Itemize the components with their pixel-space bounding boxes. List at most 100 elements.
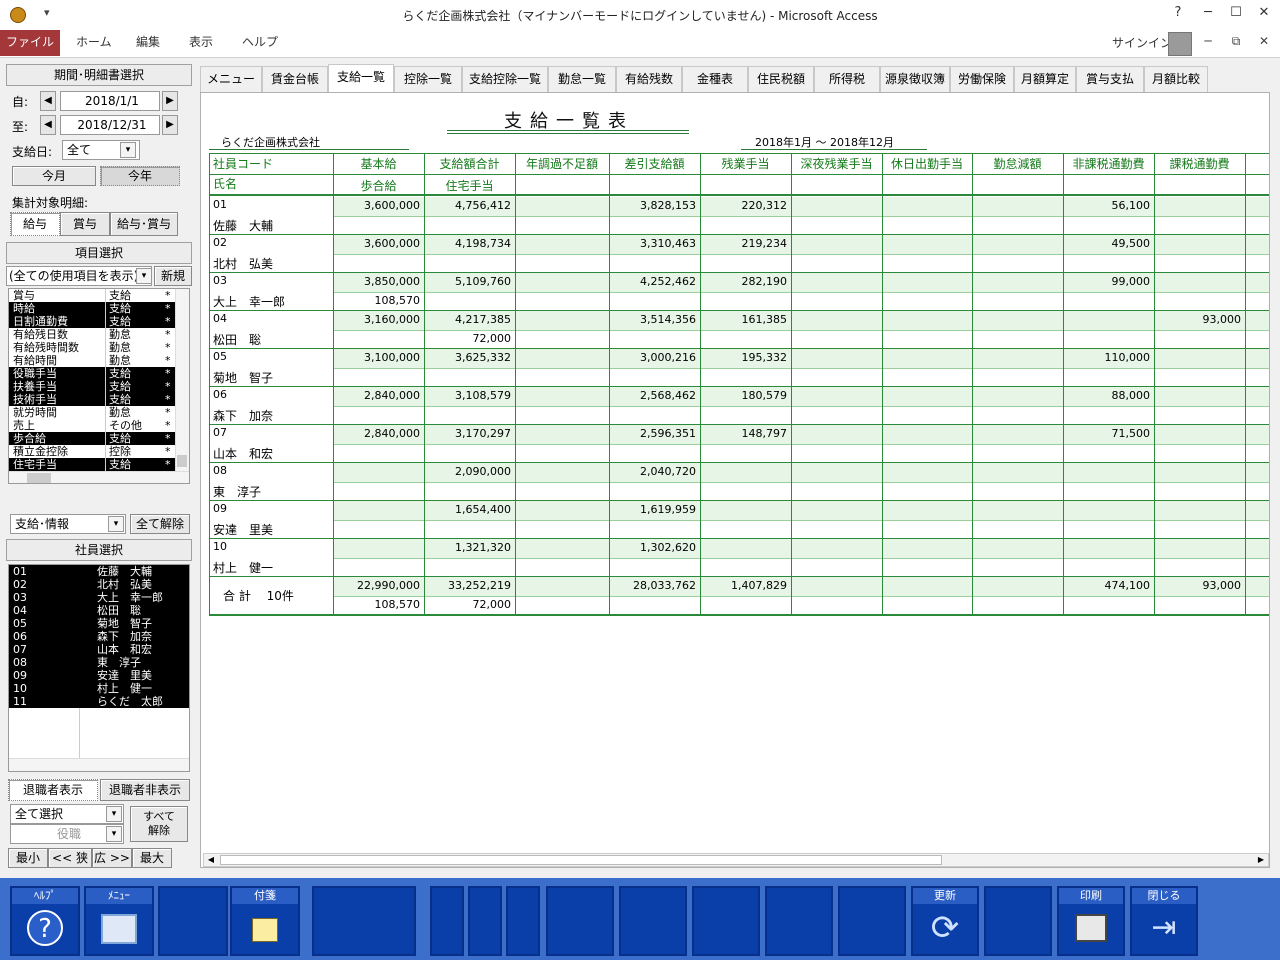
target-salary-button[interactable]: 給与 [10,212,60,236]
tab-1[interactable]: 賃金台帳 [262,66,328,92]
tab-6[interactable]: 有給残数 [616,66,682,92]
to-next-button[interactable]: ▶ [162,115,178,135]
to-date-field[interactable]: 2018/12/31 [60,115,160,135]
employee-row[interactable]: 06 森下 加奈 [9,630,189,643]
ribbon-restore-icon[interactable]: ⧉ [1226,34,1246,49]
employee-row[interactable]: 04 松田 聡 [9,604,189,617]
list-item[interactable]: 時給 支給 * [9,302,189,315]
tab-10[interactable]: 源泉徴収簿 [880,66,950,92]
list-item[interactable]: 技術手当 支給 * [9,393,189,406]
item-list[interactable]: 賞与 支給 * 時給 支給 * 日割通勤費 支給 * 有給残日数 勤怠 * 有給残時間数 勤怠 * 有給時間勤… [8,288,190,484]
ribbon-tab-home[interactable]: ホーム [62,30,126,56]
tab-13[interactable]: 賞与支払 [1076,66,1144,92]
horizontal-scrollbar[interactable] [9,758,189,771]
function-key-15[interactable]: 印刷 [1057,886,1125,956]
hide-retired-button[interactable]: 退職者非表示 [100,779,190,801]
chevron-down-icon[interactable]: ▾ [136,268,152,284]
help-question-icon[interactable]: ? [1168,5,1188,25]
maximize-button[interactable]: ☐ [1226,5,1246,25]
close-button[interactable]: ✕ [1254,5,1274,25]
employee-list[interactable]: 01 佐藤 大輔 02 北村 弘美 03 大上 幸一郎 04 松田 聡 05 菊地 智子 06 森下 … [8,564,190,772]
function-key-16[interactable]: 閉じる ⇥ [1130,886,1198,956]
horizontal-scrollbar[interactable]: ◀ ▶ [203,853,1269,867]
function-key-2[interactable] [158,886,228,956]
function-key-6[interactable] [468,886,502,956]
zoom-narrow-button[interactable]: << 狭 [48,848,92,868]
from-next-button[interactable]: ▶ [162,91,178,111]
list-item[interactable]: 有給残時間数 勤怠 * [9,341,189,354]
item-filter-select[interactable]: (全ての使用項目を表示) [6,266,152,286]
scrollbar-thumb[interactable] [220,855,942,865]
employee-row[interactable]: 11 らくだ 太郎 [9,695,189,708]
employee-row[interactable]: 10 村上 健一 [9,682,189,695]
ribbon-tab-help[interactable]: ヘルプ [228,30,292,56]
signin-link[interactable]: サインイン [1112,34,1172,51]
tab-2[interactable]: 支給一覧 [328,64,394,92]
function-key-3[interactable]: 付箋 [230,886,300,956]
employee-row[interactable]: 08 東 淳子 [9,656,189,669]
zoom-wide-button[interactable]: 広 >> [92,848,132,868]
chevron-down-icon[interactable]: ▾ [120,142,136,158]
tab-3[interactable]: 控除一覧 [394,66,462,92]
list-item[interactable]: 扶養手当 支給 * [9,380,189,393]
zoom-min-button[interactable]: 最小 [8,848,48,868]
ribbon-close-icon[interactable]: ✕ [1254,34,1274,48]
list-item[interactable]: 役職手当 支給 * [9,367,189,380]
employee-row[interactable]: 05 菊地 智子 [9,617,189,630]
function-key-10[interactable] [692,886,760,956]
scrollbar-thumb[interactable] [177,455,187,467]
vertical-scrollbar[interactable] [175,289,189,471]
tab-8[interactable]: 住民税額 [748,66,814,92]
deselect-all-button[interactable]: すべて 解除 [130,806,188,842]
list-item[interactable]: 積立金控除 控除 * [9,445,189,458]
list-item[interactable]: 就労時間 勤怠 * [9,406,189,419]
tab-0[interactable]: メニュー [200,66,262,92]
chevron-down-icon[interactable]: ▾ [106,826,122,842]
tab-14[interactable]: 月額比較 [1144,66,1208,92]
employee-row[interactable]: 02 北村 弘美 [9,578,189,591]
from-date-field[interactable]: 2018/1/1 [60,91,160,111]
list-item[interactable]: 有給時間 勤怠 * [9,354,189,367]
to-prev-button[interactable]: ◀ [40,115,56,135]
function-key-0[interactable]: ﾍﾙﾌﾟ? [10,886,80,956]
tab-11[interactable]: 労働保険 [950,66,1014,92]
function-key-9[interactable] [619,886,687,956]
tab-9[interactable]: 所得税 [814,66,880,92]
list-item[interactable]: 歩合給 支給 * [9,432,189,445]
list-item[interactable]: 日割通勤費 支給 * [9,315,189,328]
employee-row[interactable]: 07 山本 和宏 [9,643,189,656]
target-both-button[interactable]: 給与･賞与 [110,212,178,236]
function-key-13[interactable]: 更新 ⟳ [911,886,979,956]
zoom-max-button[interactable]: 最大 [132,848,172,868]
tab-4[interactable]: 支給控除一覧 [462,66,548,92]
ribbon-tab-edit[interactable]: 編集 [122,30,174,56]
tab-5[interactable]: 勤怠一覧 [548,66,616,92]
target-bonus-button[interactable]: 賞与 [60,212,110,236]
function-key-8[interactable] [546,886,614,956]
employee-row[interactable]: 09 安達 里美 [9,669,189,682]
scrollbar-thumb[interactable] [27,473,51,483]
minimize-button[interactable]: ─ [1198,5,1218,25]
scroll-right-icon[interactable]: ▶ [1254,854,1268,866]
function-key-11[interactable] [765,886,833,956]
chevron-down-icon[interactable]: ▾ [106,806,122,822]
function-key-1[interactable]: ﾒﾆｭｰ [84,886,154,956]
ribbon-minimize-icon[interactable]: ─ [1198,34,1218,48]
ribbon-tab-file[interactable]: ファイル [0,30,60,56]
function-key-12[interactable] [838,886,906,956]
list-item[interactable]: 賞与 支給 * [9,289,189,302]
tab-7[interactable]: 金種表 [682,66,748,92]
this-month-button[interactable]: 今月 [12,166,96,186]
employee-row[interactable]: 03 大上 幸一郎 [9,591,189,604]
scroll-left-icon[interactable]: ◀ [204,854,218,866]
list-item[interactable]: 売上 その他 * [9,419,189,432]
from-prev-button[interactable]: ◀ [40,91,56,111]
list-item[interactable]: 有給残日数 勤怠 * [9,328,189,341]
function-key-4[interactable] [312,886,416,956]
clear-all-button[interactable]: 全て解除 [130,514,190,534]
function-key-5[interactable] [430,886,464,956]
list-item[interactable]: 住宅手当 支給 * [9,458,189,471]
ribbon-tab-view[interactable]: 表示 [175,30,227,56]
chevron-down-icon[interactable]: ▾ [108,516,124,532]
new-item-button[interactable]: 新規 [154,266,192,286]
